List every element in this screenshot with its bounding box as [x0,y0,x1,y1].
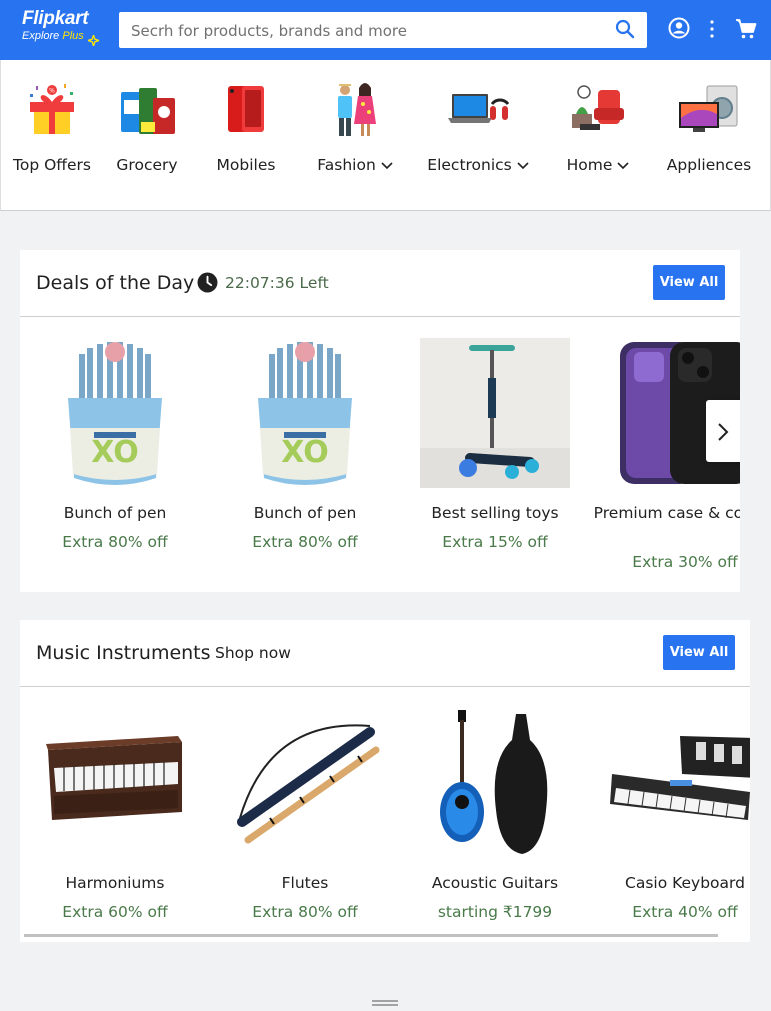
svg-text:XO: XO [281,435,329,470]
product-name: Casio Keyboard [625,874,745,892]
mobile-icon [228,86,264,132]
more-options-icon[interactable] [709,20,715,38]
home-icon [572,85,624,130]
chevron-down-icon [381,162,393,170]
nav-home[interactable]: Home [557,60,639,210]
product-name: Bunch of pen [253,504,357,522]
chevron-right-icon [718,423,729,441]
nav-label: Grocery [116,156,178,174]
product-offer: Extra 15% off [442,533,548,551]
music-instruments-card: Music Instruments Shop now View All Harm… [20,620,750,942]
laptop-icon [448,94,510,123]
product-offer: Extra 40% off [632,903,738,921]
search-input[interactable] [129,12,603,50]
product-offer: Extra 60% off [62,903,168,921]
nav-grocery[interactable]: Grocery [107,60,187,210]
product-name: Bunch of pen [63,504,167,522]
carousel-next-button[interactable] [706,400,740,462]
product-name: Premium case & covers [593,504,740,522]
nav-label: Mobiles [216,156,276,174]
product-offer: Extra 30% off [632,553,738,571]
product-name: Harmoniums [65,874,165,892]
nav-appliences[interactable]: Appliences [659,60,759,210]
flute-image [230,708,380,858]
deals-of-the-day-card: Deals of the Day 22:07:36 Left View All … [20,250,740,592]
horizontal-scrollbar[interactable] [24,934,718,937]
flipkart-logo[interactable]: Flipkart Explore Plus [22,8,99,46]
nav-label: Home [557,155,639,175]
nav-label: Appliences [666,156,752,174]
cart-icon[interactable] [735,18,757,40]
account-icon[interactable] [668,17,690,39]
music-view-all-button[interactable]: View All [663,635,735,670]
deals-timer: 22:07:36 Left [225,274,329,292]
nav-electronics[interactable]: Electronics [419,60,537,210]
deals-view-all-button[interactable]: View All [653,265,725,300]
nav-label: Fashion [305,155,405,175]
logo-subtext: Explore Plus [22,30,84,42]
nav-label: Electronics [419,155,537,175]
nav-fashion[interactable]: Fashion [305,60,405,210]
nav-label: Top Offers [13,156,91,174]
deals-header: Deals of the Day 22:07:36 Left View All [20,250,740,317]
top-header: Flipkart Explore Plus [0,0,771,60]
nav-top-offers[interactable]: % Top Offers [11,60,93,210]
deals-title: Deals of the Day [36,272,195,294]
keyboard-image [610,708,750,858]
chevron-down-icon [517,162,529,170]
product-offer: Extra 80% off [252,903,358,921]
plus-icon [88,35,99,46]
bottom-drag-handle[interactable] [372,1000,398,1008]
search-bar [119,12,647,50]
appliance-icon [679,85,738,132]
svg-text:%: % [49,88,55,95]
gift-icon: % [30,84,74,134]
logo-text: Flipkart [22,8,89,29]
clock-icon [197,272,218,293]
product-offer: Extra 80% off [62,533,168,551]
music-header: Music Instruments Shop now View All [20,620,750,687]
nav-mobiles[interactable]: Mobiles [206,60,286,210]
music-title: Music Instruments [36,642,211,664]
product-name: Flutes [281,874,329,892]
category-nav: % Top Offers Grocery Mobiles Fashion Ele… [0,60,771,211]
scooter-image [420,338,570,488]
grocery-icon [121,88,175,134]
product-name: Best selling toys [431,504,559,522]
product-offer: Extra 80% off [252,533,358,551]
product-offer: starting ₹1799 [437,903,553,921]
search-icon[interactable] [615,19,635,39]
fashion-icon [338,83,376,136]
chevron-down-icon [617,162,629,170]
pen-jar-image: XO [40,338,190,488]
guitar-image [420,708,570,858]
shop-now-link[interactable]: Shop now [215,644,291,662]
svg-text:XO: XO [91,435,139,470]
pen-jar-image: XO [230,338,380,488]
product-name: Acoustic Guitars [431,874,559,892]
harmonium-image [40,708,190,858]
